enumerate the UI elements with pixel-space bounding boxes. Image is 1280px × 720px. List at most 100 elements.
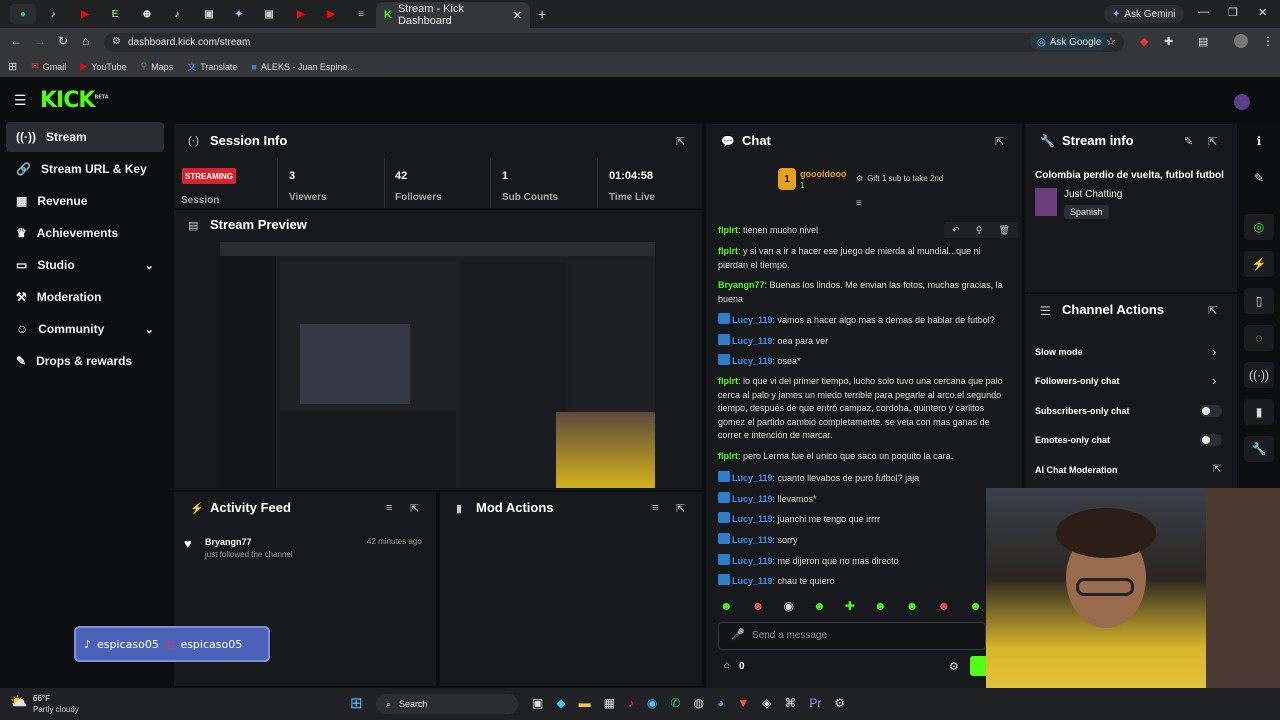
tab-favicon-icon[interactable]: E	[102, 4, 128, 24]
camera-icon[interactable]: ◎	[1244, 214, 1274, 240]
sidebar-item-revenue[interactable]: ▦ Revenue	[6, 186, 164, 216]
windows-start-icon[interactable]: ⊞	[350, 694, 363, 712]
sidebar-item-drops-rewards[interactable]: ✎ Drops & rewards	[6, 346, 164, 376]
user-avatar[interactable]	[1234, 94, 1250, 110]
chat-message[interactable]: Bryangn77: Buenas los lindos. Me envian …	[718, 279, 1008, 306]
home-icon[interactable]: ⌂	[82, 34, 89, 48]
bookmark-youtube[interactable]: ▶ YouTube	[80, 61, 126, 72]
tab-favicon-icon[interactable]: ●	[10, 4, 36, 24]
settings-gear-icon[interactable]: ⚙	[949, 660, 959, 673]
popout-icon[interactable]: ⇱	[1208, 135, 1217, 148]
channel-points-icon[interactable]: ⌂	[724, 660, 730, 671]
popout-icon[interactable]: ⇱	[1208, 304, 1217, 317]
slow-mode-label[interactable]: Slow mode	[1035, 347, 1083, 357]
sidebar-item-stream[interactable]: ((·)) Stream	[6, 122, 164, 152]
minimize-icon[interactable]: —	[1198, 6, 1209, 18]
subscribers-only-toggle[interactable]	[1200, 405, 1222, 417]
broadcast-icon[interactable]: ((·))	[1244, 362, 1274, 388]
tiktok-icon[interactable]: ♪	[628, 696, 634, 710]
chrome-icon[interactable]: ◉	[647, 696, 657, 710]
bookmark-gmail[interactable]: ✉ Gmail	[31, 61, 66, 72]
sidebar-item-moderation[interactable]: ⚒ Moderation	[6, 282, 164, 312]
emote-icon[interactable]: ◉	[784, 599, 794, 617]
ask-gemini-button[interactable]: ✦ Ask Gemini	[1104, 5, 1184, 23]
store-icon[interactable]: ▦	[604, 696, 615, 710]
address-bar[interactable]	[104, 33, 1124, 52]
hamburger-menu-icon[interactable]: ☰	[14, 92, 27, 109]
taskview-icon[interactable]: ▣	[532, 696, 543, 710]
edit-pencil-icon[interactable]: ✎	[1244, 165, 1274, 191]
info-icon[interactable]: ℹ	[1244, 128, 1274, 154]
clipboard-icon[interactable]: ▯	[1244, 288, 1274, 314]
widgets-icon[interactable]: ◆	[556, 696, 565, 710]
activity-user[interactable]: Bryangn77	[205, 537, 252, 547]
tab-favicon-icon[interactable]: ▣	[256, 4, 282, 24]
emote-icon[interactable]: ☻	[906, 599, 919, 617]
filter-icon[interactable]: ≡	[386, 502, 392, 514]
chat-message[interactable]: Lucy_119: juanchi me tengo que irrrr	[718, 512, 1008, 527]
stream-preview-video[interactable]	[220, 242, 655, 488]
capcut-icon[interactable]: ⌘	[784, 696, 796, 710]
ai-moderation-label[interactable]: AI Chat Moderation	[1035, 465, 1118, 475]
youtube-tab-icon[interactable]: ▶	[72, 4, 98, 24]
photos-icon[interactable]: ◈	[762, 696, 771, 710]
wrench-icon[interactable]: 🔧	[1244, 436, 1274, 462]
youtube-tab-icon[interactable]: ▶	[288, 4, 314, 24]
chat-message[interactable]: Lucy_119: osea*	[718, 354, 1008, 369]
emote-icon[interactable]: ☻	[969, 599, 982, 617]
tab-active[interactable]: K Stream - Kick Dashboard ✕	[376, 2, 530, 28]
external-link-icon[interactable]: ⇱	[1213, 464, 1221, 475]
apps-grid-icon[interactable]: ⊞	[8, 60, 17, 73]
filter-icon[interactable]: ≡	[652, 502, 658, 514]
new-tab-icon[interactable]: +	[538, 6, 546, 22]
tab-favicon-icon[interactable]: ≡	[348, 4, 374, 24]
chevron-right-icon[interactable]: ›	[1212, 373, 1216, 388]
discord-icon[interactable]: ◕	[717, 696, 724, 710]
bookmark-star-icon[interactable]: ☆	[1106, 35, 1116, 48]
bookmark-aleks[interactable]: ■ ALEKS - Juan Espine...	[251, 62, 355, 72]
followers-only-label[interactable]: Followers-only chat	[1035, 376, 1120, 386]
chat-message[interactable]: Lucy_119: oea para ver	[718, 334, 1008, 349]
chat-message[interactable]: Lucy_119: llevamos*	[718, 492, 1008, 507]
tiktok-tab-icon[interactable]: ♪	[40, 4, 66, 24]
premiere-icon[interactable]: Pr	[809, 696, 821, 710]
gift-sub-button[interactable]: ⚙ Gift 1 sub to take 2nd	[856, 174, 943, 183]
shield-icon[interactable]: ▮	[1244, 399, 1274, 425]
steam-icon[interactable]: ⚙	[834, 696, 845, 710]
menu-dots-icon[interactable]: ⋮	[1262, 34, 1274, 48]
close-window-icon[interactable]: ✕	[1258, 6, 1267, 19]
chat-message[interactable]: flplrt: y si van a ir a hacer ese juego …	[718, 245, 1008, 272]
whatsapp-icon[interactable]: ✆	[670, 696, 680, 710]
app-icon[interactable]: ◍	[693, 696, 703, 710]
sidebar-item-community[interactable]: ☺ Community ⌄	[6, 314, 164, 344]
reload-icon[interactable]: ↻	[58, 34, 68, 48]
back-icon[interactable]: ←	[10, 34, 22, 48]
chat-message[interactable]: Lucy_119: me dijeron que no mas directo	[718, 554, 1008, 569]
tab-favicon-icon[interactable]: ▣	[196, 4, 222, 24]
sidebar-item-achievements[interactable]: ♛ Achievements	[6, 218, 164, 248]
emote-icon[interactable]: ☻	[874, 599, 887, 617]
tab-favicon-icon[interactable]: ⊕	[134, 4, 160, 24]
popout-icon[interactable]: ⇱	[676, 135, 685, 148]
sidebar-item-stream-url-key[interactable]: 🔗 Stream URL & Key	[6, 154, 164, 184]
lightning-icon[interactable]: ⚡	[1244, 251, 1274, 277]
emote-icon[interactable]: ☻	[752, 599, 765, 617]
chat-message[interactable]: flplrt: lo que vi del primer tiempo, luc…	[718, 375, 1008, 443]
chevron-right-icon[interactable]: ›	[1212, 344, 1216, 359]
chat-message[interactable]: Lucy_119: chau te quiero	[718, 574, 1008, 589]
category-name[interactable]: Just Chatting	[1064, 189, 1122, 200]
chat-message[interactable]: flplrt: tienen mucho nivel	[718, 224, 1008, 238]
sidepanel-icon[interactable]: ▤	[1198, 35, 1208, 48]
chat-message[interactable]: Lucy_119: vamos a hacer algo mas a demas…	[718, 313, 1008, 328]
tiktok-tab-icon[interactable]: ♪	[164, 4, 190, 24]
profile-avatar[interactable]	[1234, 34, 1248, 48]
bookmark-translate[interactable]: 文 Translate	[187, 60, 237, 73]
extensions-icon[interactable]: ✚	[1164, 35, 1173, 48]
chat-message[interactable]: flplrt: pero Lerma fue el unico que saco…	[718, 450, 1008, 464]
weather-icon[interactable]: ⛅	[10, 693, 27, 710]
popout-icon[interactable]: ⇱	[410, 502, 419, 515]
popout-icon[interactable]: ⇱	[676, 502, 685, 515]
kick-logo[interactable]: KICKBETA	[40, 88, 109, 113]
bookmark-maps[interactable]: ⚲ Maps	[141, 61, 174, 72]
popout-icon[interactable]: ⇱	[995, 135, 1004, 148]
